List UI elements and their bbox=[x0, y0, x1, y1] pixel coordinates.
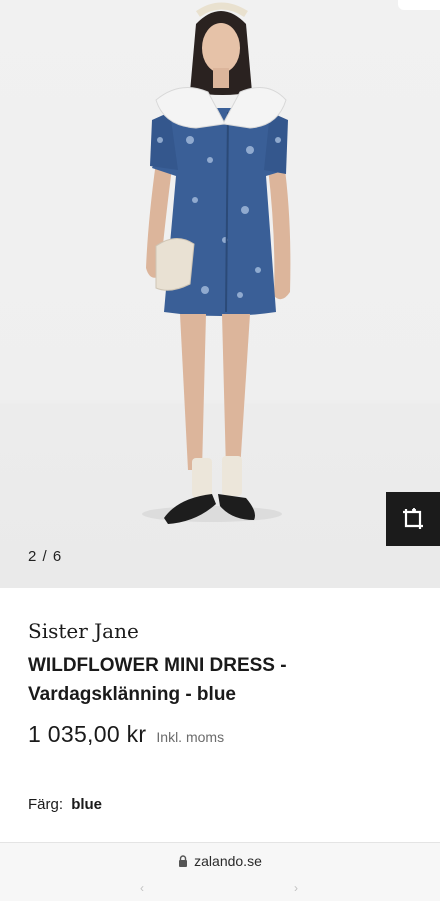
color-selector: Färg: blue bbox=[28, 796, 102, 813]
vat-note: Inkl. moms bbox=[156, 729, 225, 745]
product-price: 1 035,00 kr bbox=[28, 721, 147, 747]
browser-address-bar: zalando.se ‹ › bbox=[0, 842, 440, 901]
fullscreen-button[interactable] bbox=[386, 492, 440, 546]
product-title: WILDFLOWER MINI DRESS - Vardagsklänning … bbox=[28, 655, 287, 705]
chevron-right-icon[interactable]: › bbox=[294, 881, 298, 895]
color-label: Färg: bbox=[28, 796, 64, 813]
product-brand[interactable]: Sister Jane bbox=[28, 619, 139, 643]
chevron-left-icon[interactable]: ‹ bbox=[140, 881, 144, 895]
price-row: 1 035,00 kr Inkl. moms bbox=[28, 721, 224, 748]
crop-expand-icon bbox=[403, 508, 423, 529]
image-pager: 2 / 6 bbox=[28, 548, 63, 565]
product-image-gallery[interactable]: 2 / 6 bbox=[0, 0, 440, 588]
color-value: blue bbox=[71, 796, 103, 813]
url-field[interactable]: zalando.se bbox=[0, 853, 440, 869]
lock-icon bbox=[179, 855, 188, 867]
url-text: zalando.se bbox=[194, 853, 262, 869]
product-photo[interactable] bbox=[0, 0, 440, 588]
